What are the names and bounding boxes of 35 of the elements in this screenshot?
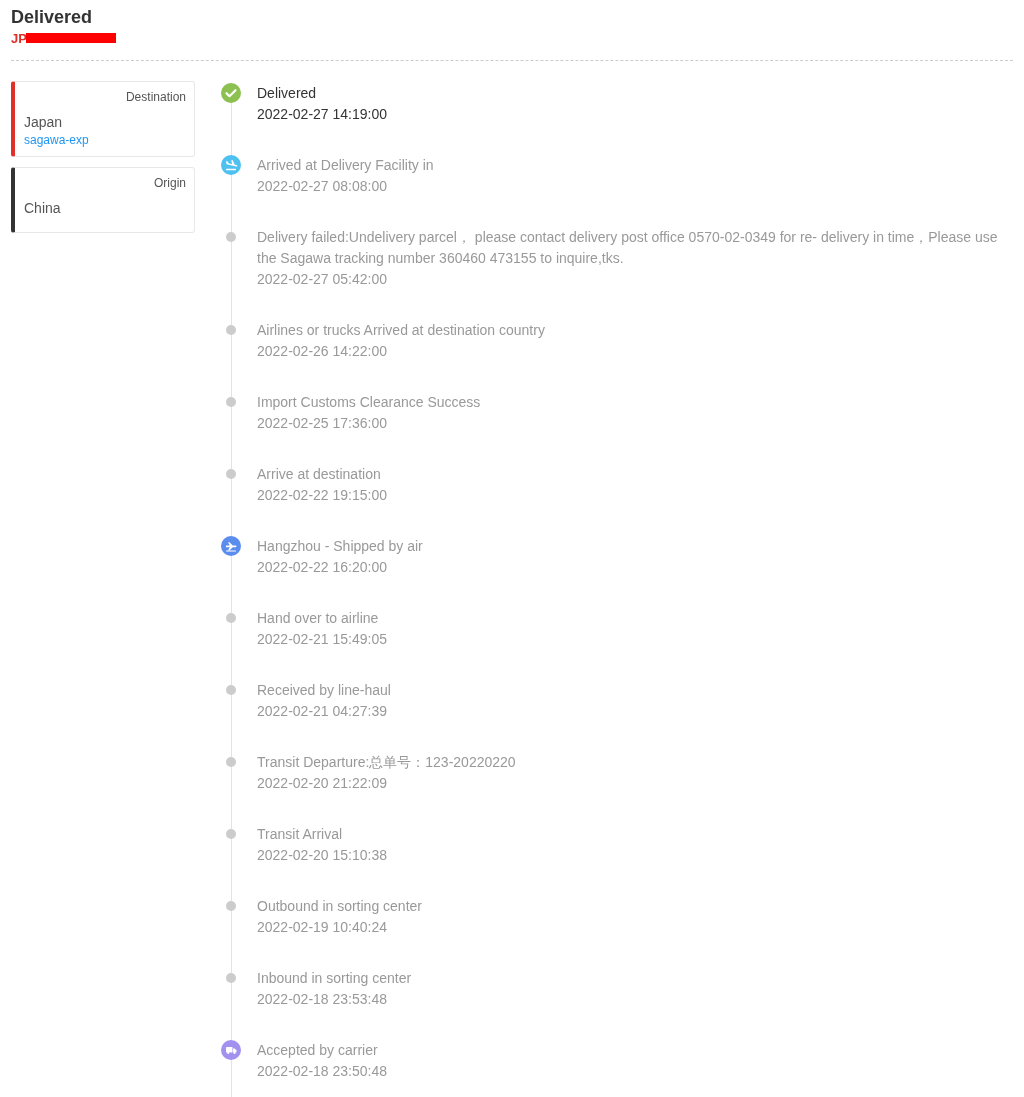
event-title: Arrive at destination xyxy=(257,465,382,484)
event-title: Delivered xyxy=(257,84,318,103)
event-title: Delivery failed:Undelivery parcel， please contact delivery post office 0570-02-0349 for re- delivery in time，Please use the Sagawa tracking number 360460 473155 to inquire,tks. xyxy=(257,228,999,268)
country-name: China xyxy=(24,199,62,217)
event-time: 2022-02-20 15:10:38 xyxy=(257,846,387,865)
event-time: 2022-02-19 10:40:24 xyxy=(257,918,388,937)
event-title: Arrived at Delivery Facility in xyxy=(257,156,434,175)
event-time: 2022-02-27 08:08:00 xyxy=(257,177,388,196)
event-time: 2022-02-21 04:27:39 xyxy=(257,702,388,721)
event-title: Hangzhou - Shipped by air xyxy=(257,537,423,556)
country-name: Japan xyxy=(24,113,64,131)
event-title: Outbound in sorting center xyxy=(257,897,422,916)
event-time: 2022-02-18 23:50:48 xyxy=(257,1062,387,1081)
place-label: Origin xyxy=(154,175,186,191)
carrier-link[interactable]: sagawa-exp xyxy=(24,131,89,149)
event-time: 2022-02-18 23:53:48 xyxy=(257,990,388,1009)
event-time: 2022-02-20 21:22:09 xyxy=(257,774,388,793)
event-title: Transit Departure:总单号：123-20220220 xyxy=(257,753,516,772)
event-title: Transit Arrival xyxy=(257,825,344,844)
event-time: 2022-02-21 15:49:05 xyxy=(257,630,387,649)
event-title: Airlines or trucks Arrived at destination country xyxy=(257,321,545,340)
event-time: 2022-02-27 05:42:00 xyxy=(257,270,388,289)
status-title: Delivered xyxy=(11,6,94,28)
event-title: Received by line-haul xyxy=(257,681,391,700)
event-title: Import Customs Clearance Success xyxy=(257,393,481,412)
event-title: Accepted by carrier xyxy=(257,1041,379,1060)
event-time: 2022-02-22 19:15:00 xyxy=(257,486,387,505)
event-time: 2022-02-25 17:36:00 xyxy=(257,414,388,433)
event-time: 2022-02-26 14:22:00 xyxy=(257,342,388,361)
tracking-number: JP xyxy=(11,30,27,46)
event-time: 2022-02-27 14:19:00 xyxy=(257,105,387,124)
event-title: Hand over to airline xyxy=(257,609,380,628)
event-title: Inbound in sorting center xyxy=(257,969,412,988)
place-label: Destination xyxy=(125,89,186,105)
event-time: 2022-02-22 16:20:00 xyxy=(257,558,388,577)
